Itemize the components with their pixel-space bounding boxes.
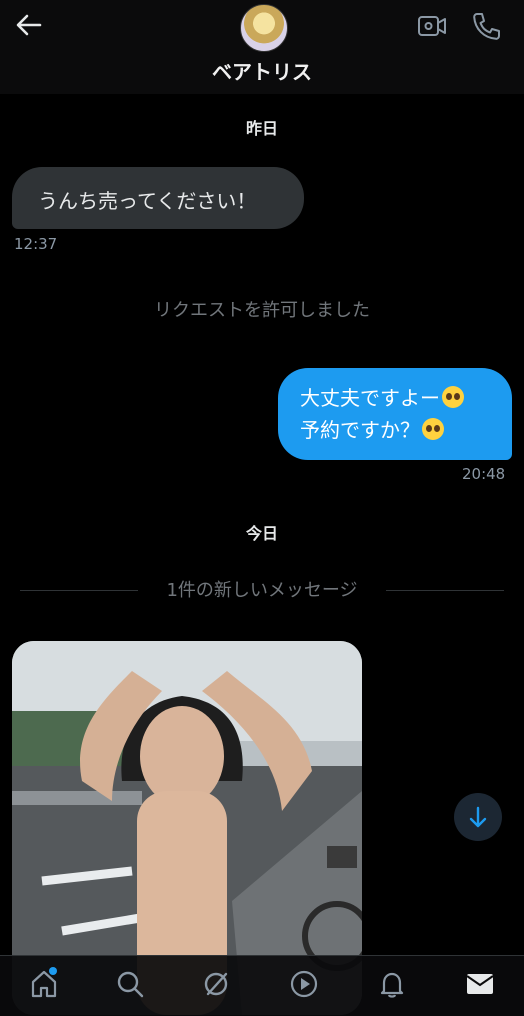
arrow-down-icon [469, 806, 487, 828]
search-icon[interactable] [114, 968, 146, 1000]
play-icon[interactable] [288, 968, 320, 1000]
back-arrow-icon[interactable] [14, 10, 44, 40]
new-messages-divider: 1件の新しいメッセージ [166, 580, 358, 601]
spaces-icon[interactable] [200, 968, 232, 1000]
bottom-navigation-bar [0, 955, 524, 1016]
phone-icon[interactable] [470, 10, 502, 42]
pleading-face-emoji-icon [442, 386, 464, 408]
scroll-down-button[interactable] [454, 793, 502, 841]
video-call-icon[interactable] [416, 12, 448, 40]
pleading-face-emoji-icon [422, 418, 444, 440]
conversation-title[interactable]: ベアトリス [0, 56, 524, 85]
home-notification-dot [49, 967, 57, 975]
date-separator-today: 今日 [245, 524, 278, 543]
incoming-message-time: 12:37 [14, 235, 58, 253]
avatar[interactable] [240, 4, 288, 52]
incoming-message-bubble[interactable]: うんち売ってください！ [12, 167, 304, 229]
outgoing-message-line2: 予約ですか？ [300, 418, 420, 442]
outgoing-message-time: 20:48 [462, 465, 506, 483]
incoming-message-text: うんち売ってください！ [38, 189, 257, 213]
date-separator-yesterday: 昨日 [245, 119, 278, 138]
system-notice: リクエストを許可しました [154, 300, 370, 321]
outgoing-message-bubble[interactable]: 大丈夫ですよー 予約ですか？ [278, 368, 512, 460]
outgoing-message-line1: 大丈夫ですよー [300, 386, 440, 410]
messages-envelope-icon[interactable] [464, 968, 496, 1000]
notifications-bell-icon[interactable] [376, 968, 408, 1000]
